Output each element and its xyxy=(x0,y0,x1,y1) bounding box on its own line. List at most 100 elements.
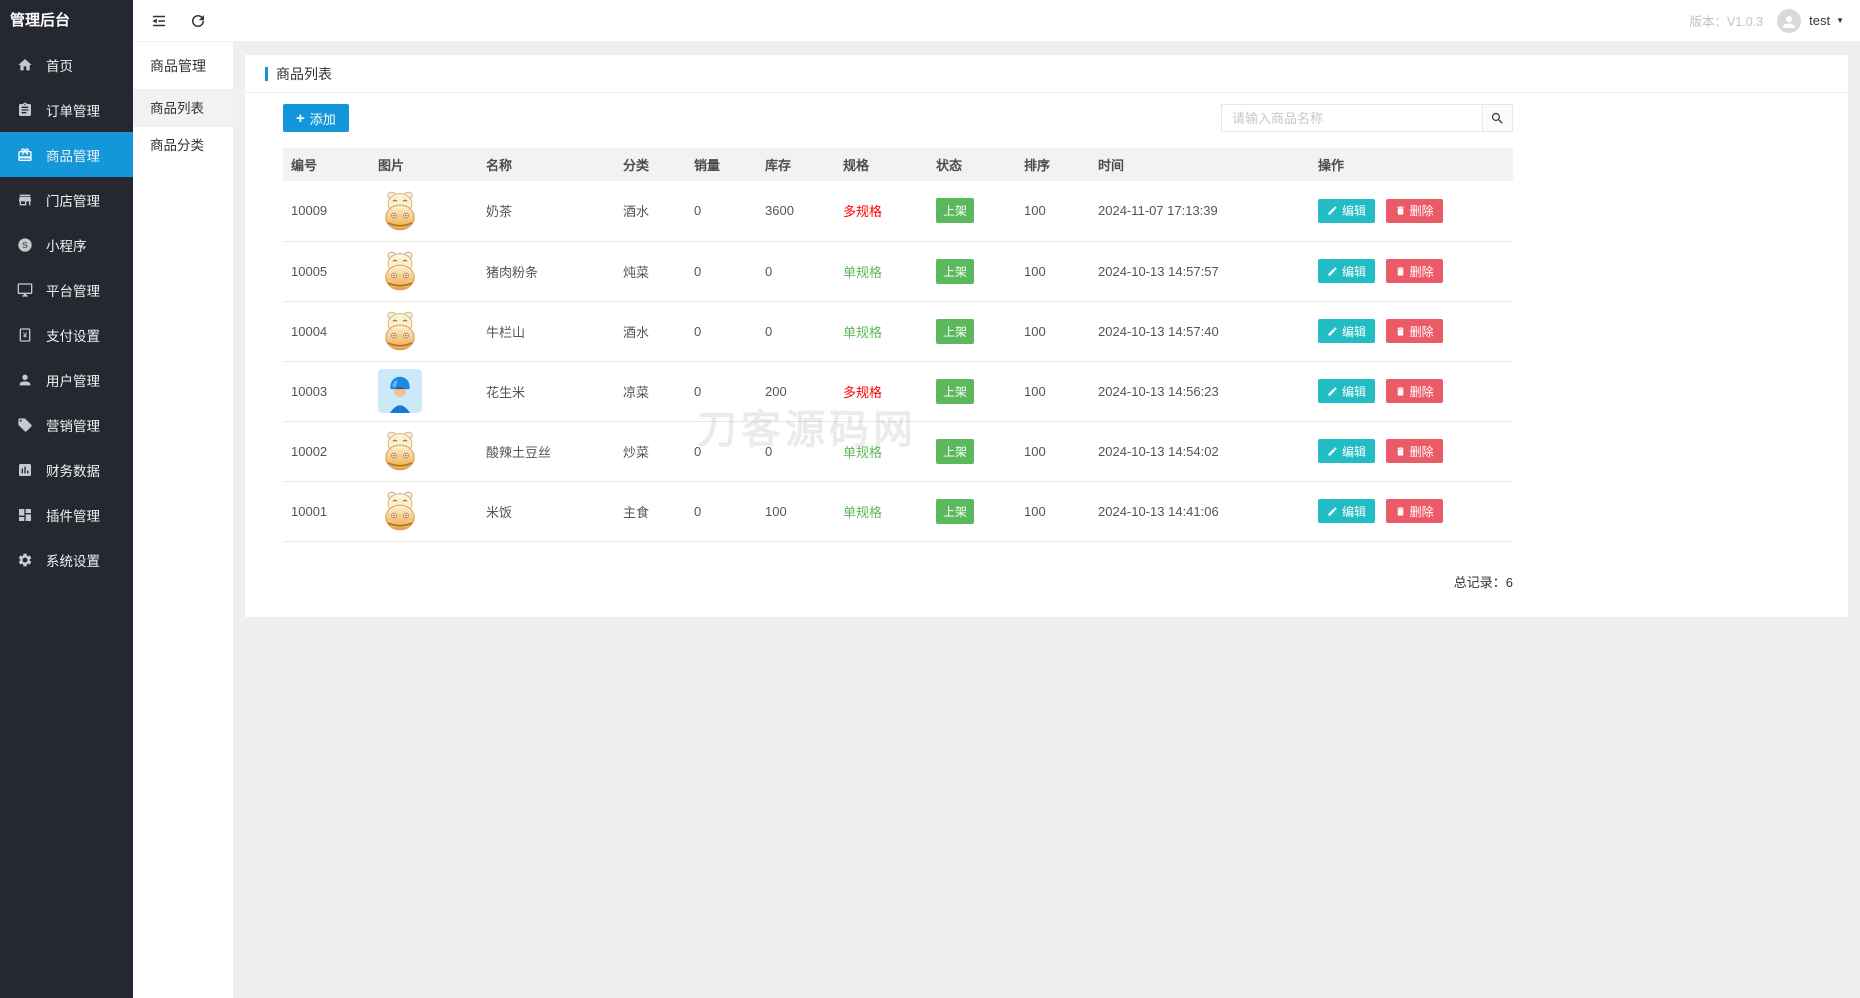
spec-label: 多规格 xyxy=(843,204,883,220)
table-header-row: 编号 图片 名称 分类 销量 库存 规格 状态 排序 时间 操作 xyxy=(283,148,1513,181)
product-stock: 0 xyxy=(757,241,835,302)
store-icon xyxy=(17,192,33,208)
app-title: 管理后台 xyxy=(10,12,71,29)
pencil-icon xyxy=(1327,506,1338,517)
trash-icon xyxy=(1395,446,1406,457)
sidebar-item-label: 商品管理 xyxy=(46,148,100,164)
sidebar-item-marketing[interactable]: 营销管理 xyxy=(0,402,133,447)
product-sales: 0 xyxy=(686,361,757,422)
table-row: 10005 猪肉粉条 炖菜 0 0 单规格 上架 100 2024-10-13 … xyxy=(283,241,1513,302)
product-sort: 100 xyxy=(1016,301,1090,362)
submenu-title: 商品管理 xyxy=(133,42,233,90)
add-product-button[interactable]: + 添加 xyxy=(283,104,349,132)
product-time: 2024-10-13 14:57:57 xyxy=(1090,241,1310,302)
sidebar-item-label: 支付设置 xyxy=(46,328,100,344)
delete-button[interactable]: 删除 xyxy=(1385,499,1443,523)
edit-button[interactable]: 编辑 xyxy=(1318,319,1376,343)
product-stock: 100 xyxy=(757,481,835,542)
pencil-icon xyxy=(1327,446,1338,457)
table-row: 10001 米饭 主食 0 100 单规格 上架 100 2024-10-13 … xyxy=(283,481,1513,542)
product-id: 10009 xyxy=(283,181,370,242)
edit-button[interactable]: 编辑 xyxy=(1318,499,1376,523)
product-time: 2024-10-13 14:57:40 xyxy=(1090,301,1310,362)
payment-icon xyxy=(17,327,33,343)
product-time: 2024-10-13 14:41:06 xyxy=(1090,481,1310,542)
product-image xyxy=(378,249,422,293)
product-time: 2024-10-13 14:54:02 xyxy=(1090,421,1310,482)
sidebar-item-label: 营销管理 xyxy=(46,418,100,434)
status-badge[interactable]: 上架 xyxy=(936,318,975,344)
main-content: 商品列表 + 添加 请输入商品名称 编号 图片 名称 分类 销量 库存 规格 状… xyxy=(233,42,1860,998)
submenu-item-product-list[interactable]: 商品列表 xyxy=(133,90,233,127)
delete-button[interactable]: 删除 xyxy=(1385,198,1443,223)
trash-icon xyxy=(1395,205,1406,216)
product-name: 米饭 xyxy=(478,481,615,542)
product-sort: 100 xyxy=(1016,421,1090,482)
search-button[interactable] xyxy=(1483,104,1513,132)
sidebar-item-finance[interactable]: 财务数据 xyxy=(0,447,133,492)
delete-button[interactable]: 删除 xyxy=(1385,319,1443,343)
page-title: 商品列表 xyxy=(276,65,332,82)
sidebar-item-label: 插件管理 xyxy=(46,508,100,524)
delete-button[interactable]: 删除 xyxy=(1385,439,1443,463)
product-category: 炒菜 xyxy=(615,421,686,482)
col-name: 名称 xyxy=(478,148,615,181)
sidebar-item-miniprogram[interactable]: 小程序 xyxy=(0,222,133,267)
user-menu[interactable]: test ▼ xyxy=(1777,8,1844,33)
sidebar-item-label: 系统设置 xyxy=(46,553,100,569)
product-table: 编号 图片 名称 分类 销量 库存 规格 状态 排序 时间 操作 10009 奶… xyxy=(283,148,1513,542)
sidebar-item-plugins[interactable]: 插件管理 xyxy=(0,492,133,537)
status-badge[interactable]: 上架 xyxy=(936,258,975,284)
sidebar-item-payment[interactable]: 支付设置 xyxy=(0,312,133,357)
col-sales: 销量 xyxy=(686,148,757,181)
refresh-icon[interactable] xyxy=(189,12,207,30)
product-id: 10003 xyxy=(283,361,370,422)
collapse-sidebar-icon[interactable] xyxy=(150,12,168,30)
sidebar-item-label: 平台管理 xyxy=(46,283,100,299)
table-row: 10003 花生米 凉菜 0 200 多规格 上架 100 2024-10-13… xyxy=(283,361,1513,422)
trash-icon xyxy=(1395,386,1406,397)
edit-button[interactable]: 编辑 xyxy=(1318,198,1376,223)
status-badge[interactable]: 上架 xyxy=(936,378,975,404)
plugin-icon xyxy=(17,507,33,523)
status-badge[interactable]: 上架 xyxy=(936,438,975,464)
col-category: 分类 xyxy=(615,148,686,181)
col-status: 状态 xyxy=(928,148,1016,181)
edit-button[interactable]: 编辑 xyxy=(1318,439,1376,463)
search-input[interactable] xyxy=(1221,104,1483,132)
product-name: 猪肉粉条 xyxy=(478,241,615,302)
status-badge[interactable]: 上架 xyxy=(936,498,975,524)
sidebar-item-stores[interactable]: 门店管理 xyxy=(0,177,133,222)
col-sort: 排序 xyxy=(1016,148,1090,181)
sidebar-item-label: 订单管理 xyxy=(46,103,100,119)
version-label: 版本：V1.0.3 xyxy=(1689,15,1764,29)
sidebar-item-platform[interactable]: 平台管理 xyxy=(0,267,133,312)
table-toolbar: + 添加 xyxy=(283,104,1513,132)
product-image xyxy=(378,489,422,533)
sidebar-item-products[interactable]: 商品管理 xyxy=(0,132,133,177)
platform-icon xyxy=(17,282,33,298)
pencil-icon xyxy=(1327,205,1338,216)
product-icon xyxy=(17,147,33,163)
product-category: 酒水 xyxy=(615,181,686,242)
submenu-item-product-categories[interactable]: 商品分类 xyxy=(133,127,233,164)
table-row: 10009 奶茶 酒水 0 3600 多规格 上架 100 2024-11-07… xyxy=(283,181,1513,242)
sidebar-item-home[interactable]: 首页 xyxy=(0,42,133,87)
edit-button[interactable]: 编辑 xyxy=(1318,379,1376,403)
trash-icon xyxy=(1395,266,1406,277)
product-stock: 3600 xyxy=(757,181,835,242)
edit-button[interactable]: 编辑 xyxy=(1318,259,1376,283)
delete-button[interactable]: 删除 xyxy=(1385,379,1443,403)
sidebar-item-settings[interactable]: 系统设置 xyxy=(0,537,133,582)
product-name: 酸辣土豆丝 xyxy=(478,421,615,482)
miniprogram-icon xyxy=(17,237,33,253)
pencil-icon xyxy=(1327,266,1338,277)
col-stock: 库存 xyxy=(757,148,835,181)
delete-button[interactable]: 删除 xyxy=(1385,259,1443,283)
trash-icon xyxy=(1395,506,1406,517)
status-badge[interactable]: 上架 xyxy=(936,198,975,224)
sidebar-item-users[interactable]: 用户管理 xyxy=(0,357,133,402)
col-id: 编号 xyxy=(283,148,370,181)
sidebar-item-orders[interactable]: 订单管理 xyxy=(0,87,133,132)
spec-label: 单规格 xyxy=(843,264,883,280)
